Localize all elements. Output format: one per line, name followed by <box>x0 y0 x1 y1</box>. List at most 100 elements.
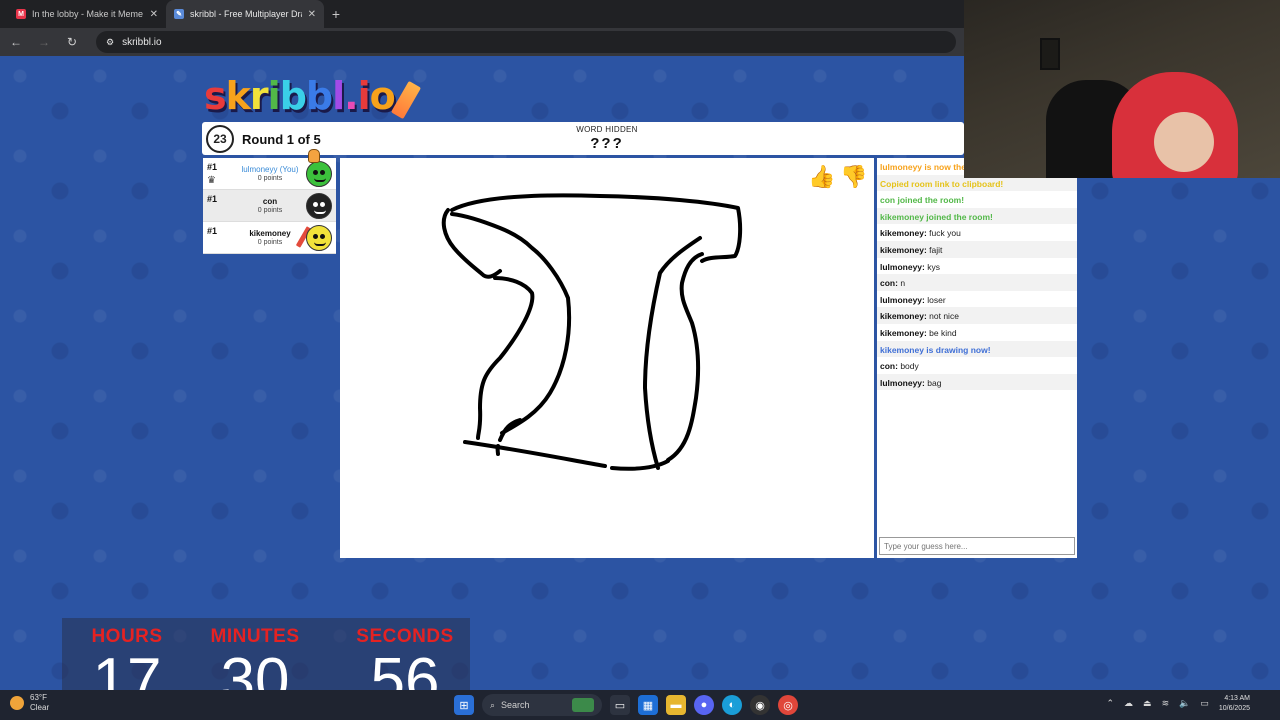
windows-taskbar: 63°F Clear ⊞ ⌕ Search ▭ ▦ ▬ ● ◐ ◉ ◎ ⌃ ☁ … <box>0 690 1280 720</box>
timer-clock-icon: 23 <box>206 125 234 153</box>
chat-message: kikemoney: fuck you <box>877 224 1077 241</box>
avatar <box>306 161 332 187</box>
thumbs-up-icon[interactable]: 👍 <box>808 162 836 192</box>
player-rank: #1 <box>207 226 218 236</box>
player-row[interactable]: #1 con 0 points <box>203 190 336 222</box>
chat-author: kikemoney: <box>880 244 927 255</box>
forward-arrow-icon[interactable]: → <box>36 35 52 49</box>
chat-text: fuck you <box>929 228 961 239</box>
chevron-up-icon[interactable]: ⌃ <box>1107 698 1115 709</box>
chat-message: lulmoneyy: bag <box>877 373 1077 391</box>
tab-make-it-meme[interactable]: M In the lobby - Make it Meme ✕ <box>8 0 166 28</box>
wifi-icon[interactable]: ≋ <box>1162 698 1170 709</box>
chat-message: lulmoneyy: kys <box>877 258 1077 275</box>
mim-favicon-icon: M <box>16 9 26 19</box>
discord-icon[interactable]: ● <box>694 695 714 715</box>
taskbar-clock[interactable]: 4:13 AM 10/6/2025 <box>1219 694 1250 714</box>
site-info-icon[interactable]: ⚙ <box>106 37 114 48</box>
windows-start-icon[interactable]: ⊞ <box>454 695 474 715</box>
chat-message: kikemoney: fajit <box>877 240 1077 258</box>
clock-time: 4:13 AM <box>1224 695 1250 702</box>
chat-messages: lulmoneyy is now the room owner! Copied r… <box>877 158 1077 391</box>
chat-author: kikemoney: <box>880 311 927 322</box>
chat-text: loser <box>927 294 946 305</box>
avatar-eye-icon <box>320 170 325 175</box>
guess-input[interactable] <box>879 537 1075 555</box>
search-label: Search <box>501 700 530 710</box>
chat-author: con: <box>880 278 898 289</box>
chat-author: lulmoneyy: <box>880 294 925 305</box>
taskbar-search[interactable]: ⌕ Search <box>482 694 602 716</box>
avatar-eye-icon <box>313 170 318 175</box>
task-view-icon[interactable]: ▭ <box>610 695 630 715</box>
player-row[interactable]: #1 kikemoney 0 points <box>203 222 336 254</box>
browser-tab-bar: M In the lobby - Make it Meme ✕ ✎ skribb… <box>0 0 964 28</box>
weather-widget[interactable]: 63°F Clear <box>10 693 49 712</box>
search-icon: ⌕ <box>490 699 496 710</box>
edge-icon[interactable]: ◐ <box>722 695 742 715</box>
search-highlight-icon <box>572 698 594 712</box>
chat-message: con joined the room! <box>880 195 965 206</box>
weather-sun-icon <box>10 695 24 710</box>
webcam-overlay <box>964 0 1280 178</box>
reload-icon[interactable]: ↻ <box>64 35 80 49</box>
battery-icon[interactable]: ▭ <box>1200 698 1209 709</box>
new-tab-button[interactable]: + <box>324 0 348 28</box>
browser-toolbar: ← → ↻ ⚙ skribbl.io <box>0 28 964 56</box>
chat-text: not nice <box>929 311 959 322</box>
avatar-mouth-icon <box>314 210 326 214</box>
volume-icon[interactable]: 🔈 <box>1179 698 1190 709</box>
weather-desc: Clear <box>30 702 50 712</box>
chat-message: kikemoney joined the room! <box>877 207 1077 225</box>
chat-text: bag <box>927 377 942 388</box>
chat-text: fajit <box>929 244 943 255</box>
round-label: Round 1 of 5 <box>242 132 321 147</box>
avatar-mouth-icon <box>314 242 326 246</box>
close-icon[interactable]: ✕ <box>150 9 158 20</box>
cloud-icon[interactable]: ☁ <box>1124 698 1133 709</box>
player-name: con <box>262 197 278 206</box>
avatar <box>306 225 332 251</box>
avatar-eye-icon <box>320 202 325 207</box>
word-display: WORD HIDDEN ??? <box>562 125 652 152</box>
avatar <box>306 193 332 219</box>
mouse-cursor-hand-icon <box>308 149 320 163</box>
avatar-mouth-icon <box>314 178 326 182</box>
close-icon[interactable]: ✕ <box>308 9 316 20</box>
chat-author: kikemoney: <box>880 327 927 338</box>
tab-title: skribbl - Free Multiplayer Draw <box>190 9 302 19</box>
chat-text: body <box>900 361 919 372</box>
hidden-word: ??? <box>590 135 624 152</box>
drawing-canvas[interactable]: 👍 👎 <box>340 158 874 558</box>
chat-message: con: body <box>877 357 1077 374</box>
hours-label: HOURS <box>91 626 163 647</box>
crown-icon: ♛ <box>207 175 216 186</box>
usb-icon[interactable]: ⏏ <box>1143 698 1152 709</box>
address-bar[interactable]: ⚙ skribbl.io <box>96 31 956 53</box>
file-explorer-icon[interactable]: ▬ <box>666 695 686 715</box>
streamer-face <box>1154 112 1214 172</box>
player-rank: #1 <box>207 194 218 204</box>
minutes-label: MINUTES <box>210 626 300 647</box>
obs-icon[interactable]: ◉ <box>750 695 770 715</box>
back-arrow-icon[interactable]: ← <box>8 35 24 49</box>
chat-message: kikemoney: not nice <box>877 307 1077 324</box>
chat-author: lulmoneyy: <box>880 377 925 388</box>
drawing-strokes <box>441 193 743 471</box>
chat-text: n <box>900 278 906 289</box>
tab-skribbl[interactable]: ✎ skribbl - Free Multiplayer Draw ✕ <box>166 0 324 28</box>
chat-text: kys <box>927 261 940 272</box>
chat-message: kikemoney is drawing now! <box>877 340 1077 358</box>
taskbar-apps: ⊞ ⌕ Search ▭ ▦ ▬ ● ◐ ◉ ◎ <box>454 694 798 716</box>
store-icon[interactable]: ▦ <box>638 695 658 715</box>
system-tray: ⌃ ☁ ⏏ ≋ 🔈 ▭ 4:13 AM 10/6/2025 <box>1107 694 1251 714</box>
chat-message: con: n <box>877 274 1077 291</box>
word-label: WORD HIDDEN <box>576 125 638 134</box>
seconds-label: SECONDS <box>356 626 454 647</box>
chat-author: lulmoneyy: <box>880 261 925 272</box>
thumbs-down-icon[interactable]: 👎 <box>840 162 868 192</box>
player-points: 0 points <box>257 207 283 214</box>
chat-author: con: <box>880 361 898 372</box>
chrome-icon[interactable]: ◎ <box>778 695 798 715</box>
skribbl-favicon-icon: ✎ <box>174 9 184 19</box>
